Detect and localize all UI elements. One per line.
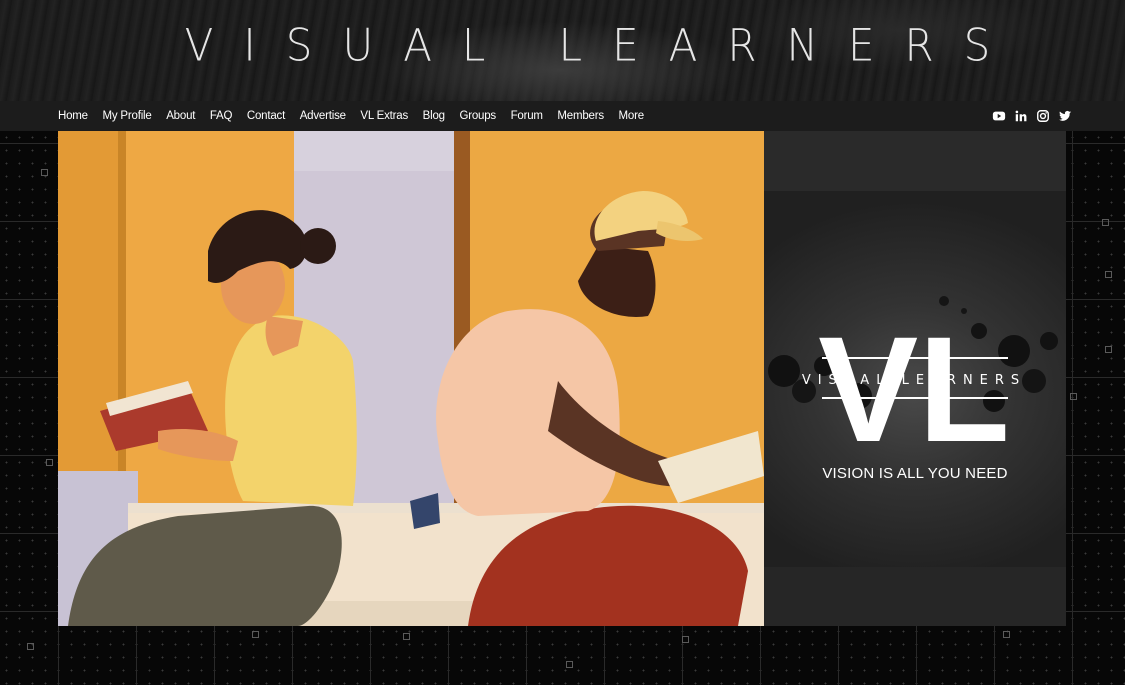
- logo-card: VL VISUAL LEARNERS VISION IS ALL YOU NEE…: [764, 191, 1066, 567]
- social-links: [992, 109, 1072, 123]
- nav-menu: Home My Profile About FAQ Contact Advert…: [58, 101, 659, 131]
- nav-item-vl-extras[interactable]: VL Extras: [360, 110, 408, 122]
- nav-item-advertise[interactable]: Advertise: [300, 110, 346, 122]
- nav-item-home[interactable]: Home: [58, 110, 88, 122]
- main-nav: Home My Profile About FAQ Contact Advert…: [0, 101, 1125, 131]
- site-title[interactable]: VISUAL LEARNERS: [0, 19, 1125, 74]
- site-header: VISUAL LEARNERS: [0, 0, 1125, 101]
- instagram-icon[interactable]: [1036, 109, 1050, 123]
- nav-item-contact[interactable]: Contact: [247, 110, 285, 122]
- nav-item-blog[interactable]: Blog: [423, 110, 445, 122]
- twitter-icon[interactable]: [1058, 109, 1072, 123]
- nav-item-more[interactable]: More: [619, 110, 645, 122]
- linkedin-icon[interactable]: [1014, 109, 1028, 123]
- nav-item-groups[interactable]: Groups: [459, 110, 496, 122]
- vl-monogram: VL: [818, 305, 1010, 473]
- vl-wordmark: VISUAL LEARNERS: [802, 373, 1026, 388]
- logo-panel: VL VISUAL LEARNERS VISION IS ALL YOU NEE…: [764, 131, 1066, 626]
- vl-logo: VL VISUAL LEARNERS: [768, 296, 1058, 473]
- youtube-icon[interactable]: [992, 109, 1006, 123]
- nav-item-my-profile[interactable]: My Profile: [102, 110, 151, 122]
- reading-people-illustration: [58, 131, 764, 626]
- hero-illustration: [58, 131, 764, 626]
- nav-item-forum[interactable]: Forum: [511, 110, 543, 122]
- nav-item-faq[interactable]: FAQ: [210, 110, 233, 122]
- nav-item-about[interactable]: About: [166, 110, 195, 122]
- nav-item-members[interactable]: Members: [557, 110, 604, 122]
- tagline: VISION IS ALL YOU NEED: [822, 465, 1008, 482]
